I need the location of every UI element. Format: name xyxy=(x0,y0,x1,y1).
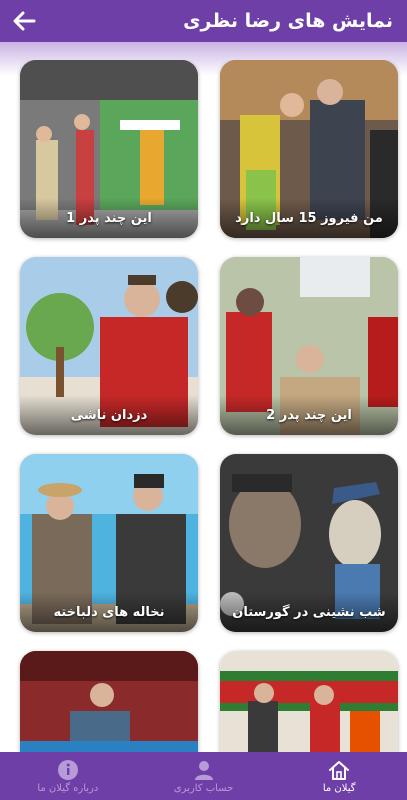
nav-account[interactable]: حساب کاربری xyxy=(136,752,272,800)
show-card[interactable]: دزدان ناشی xyxy=(20,257,198,435)
page-title: نمایش های رضا نظری xyxy=(183,10,393,32)
show-card[interactable]: شب نشینی در گورستان xyxy=(220,454,398,632)
nav-account-label: حساب کاربری xyxy=(173,782,234,794)
show-card[interactable]: این چند پدر 1 xyxy=(20,60,198,238)
show-title: من فیروز 15 سال دارد xyxy=(220,198,398,238)
show-thumbnail xyxy=(220,651,398,752)
bottom-navigation: درباره گیلان ما حساب کاربری گیلان ما xyxy=(0,752,407,800)
show-card[interactable]: این چند پدر 2 xyxy=(220,257,398,435)
arrow-left-icon xyxy=(13,11,36,31)
home-icon xyxy=(329,760,350,780)
show-card[interactable]: نخاله های دلباخته xyxy=(20,454,198,632)
show-title: دزدان ناشی xyxy=(20,395,198,435)
back-button[interactable] xyxy=(6,3,42,39)
nav-about-label: درباره گیلان ما xyxy=(37,782,99,794)
show-title: شب نشینی در گورستان xyxy=(220,592,398,632)
show-title: نخاله های دلباخته xyxy=(20,592,198,632)
user-icon xyxy=(194,760,213,780)
info-icon xyxy=(57,759,78,780)
show-title: این چند پدر 2 xyxy=(220,395,398,435)
show-card[interactable]: من فیروز 15 سال دارد xyxy=(220,60,398,238)
show-thumbnail xyxy=(20,651,198,752)
nav-home[interactable]: گیلان ما xyxy=(271,752,407,800)
show-card[interactable] xyxy=(20,651,198,752)
app-header: نمایش های رضا نظری xyxy=(0,0,407,42)
shows-grid: من فیروز 15 سال دارد این چند پدر 1 این چ… xyxy=(0,60,407,752)
show-title: این چند پدر 1 xyxy=(20,198,198,238)
nav-about[interactable]: درباره گیلان ما xyxy=(0,752,136,800)
nav-home-label: گیلان ما xyxy=(322,782,356,794)
show-card[interactable] xyxy=(220,651,398,752)
